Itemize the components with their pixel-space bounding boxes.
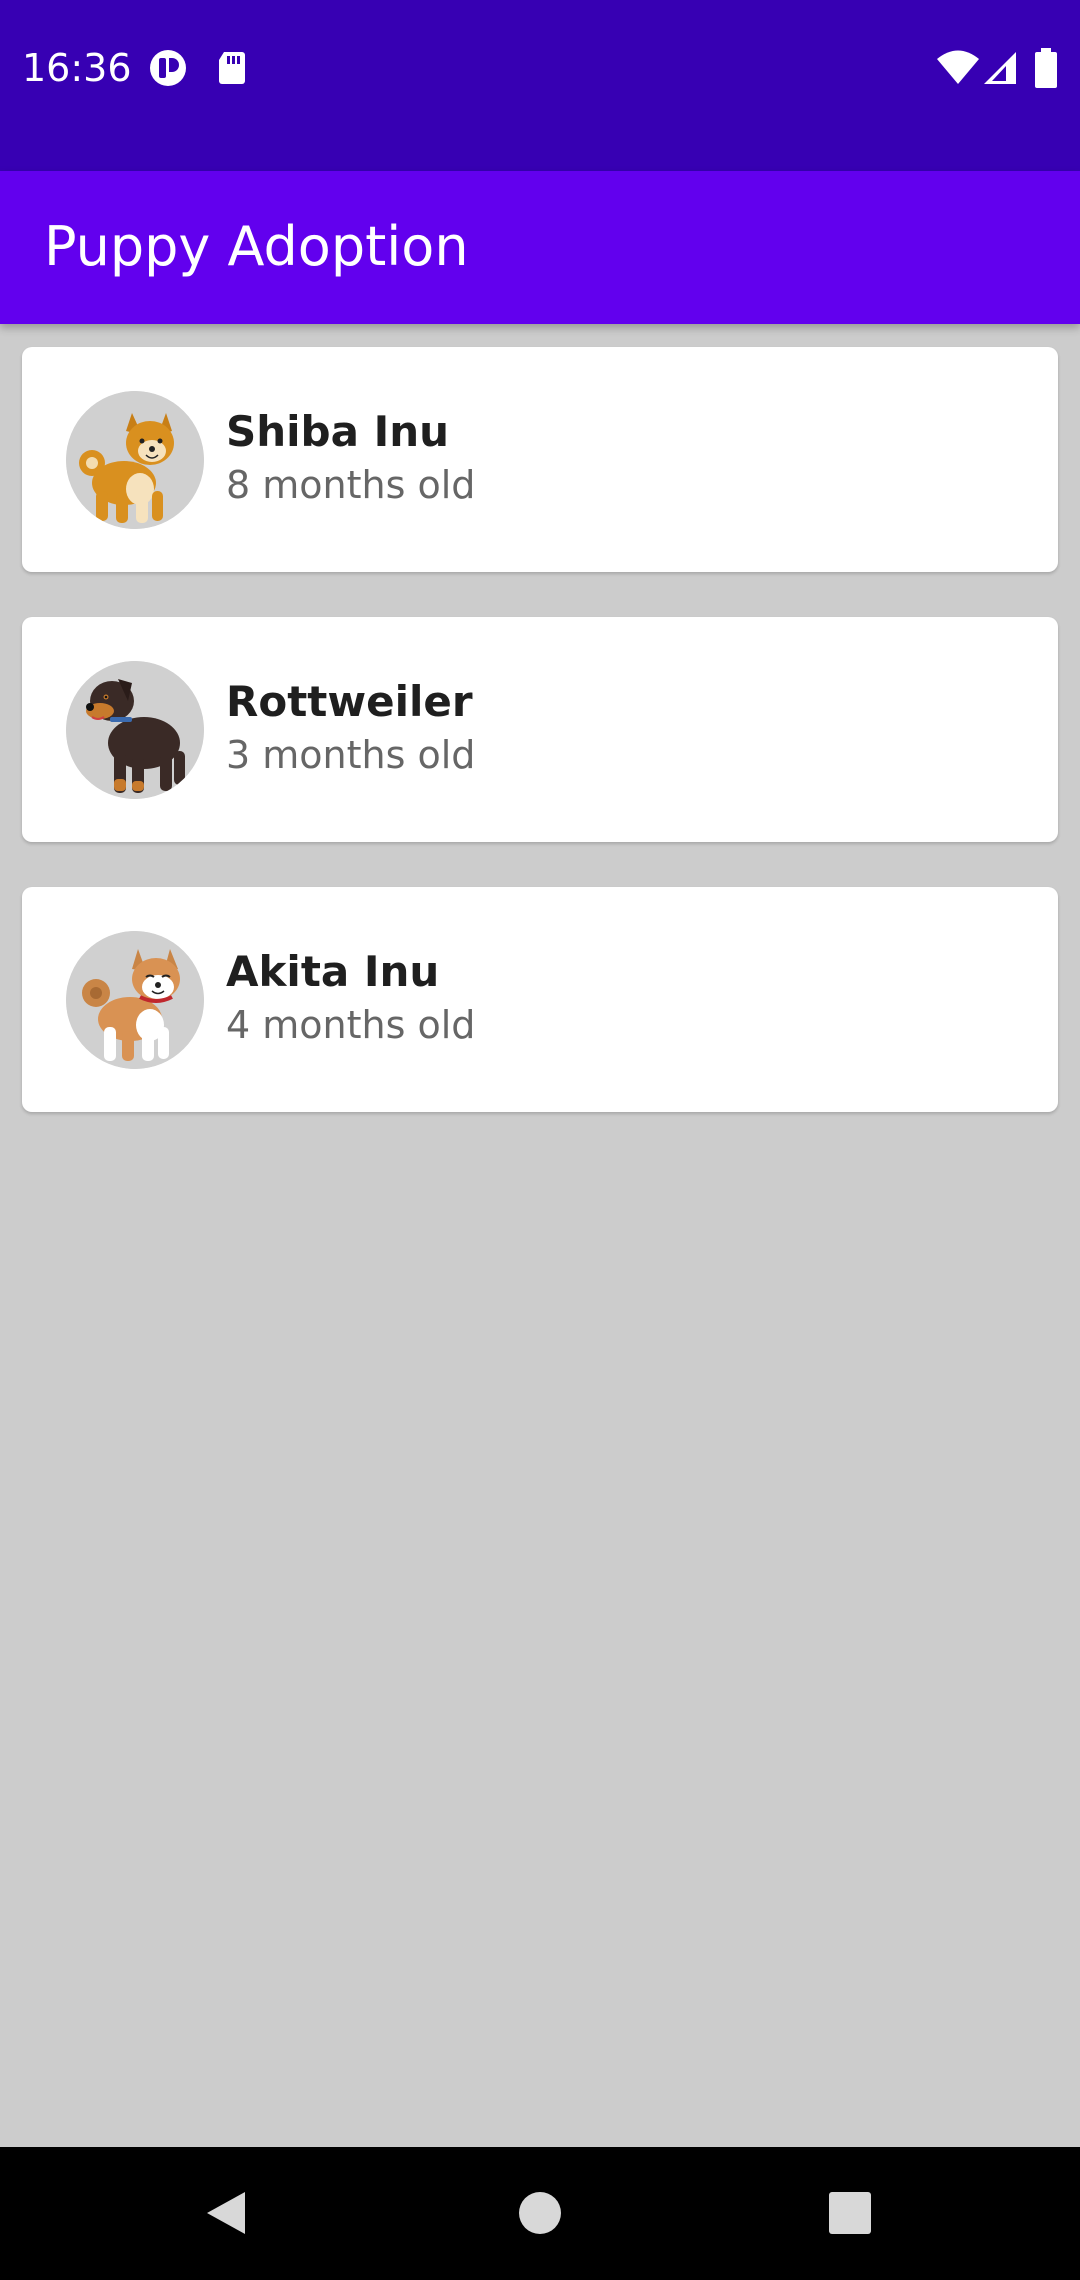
puppy-age: 8 months old — [226, 463, 476, 507]
recents-icon[interactable] — [810, 2173, 890, 2253]
puppy-age: 4 months old — [226, 1003, 476, 1047]
puppy-card[interactable]: Akita Inu 4 months old — [22, 887, 1058, 1112]
wifi-icon — [936, 48, 980, 88]
puppy-card[interactable]: Shiba Inu 8 months old — [22, 347, 1058, 572]
rottweiler-icon — [66, 661, 204, 799]
app-bar: Puppy Adoption — [0, 171, 1080, 324]
puppy-name: Rottweiler — [226, 677, 473, 726]
system-nav-bar — [0, 2147, 1080, 2280]
puppy-card[interactable]: Rottweiler 3 months old — [22, 617, 1058, 842]
back-icon[interactable] — [186, 2173, 266, 2253]
home-icon[interactable] — [500, 2173, 580, 2253]
status-time: 16:36 — [22, 46, 132, 90]
shiba-inu-icon — [66, 391, 204, 529]
puppy-name: Akita Inu — [226, 947, 440, 996]
akita-inu-icon — [66, 931, 204, 1069]
sd-card-icon — [212, 48, 252, 88]
battery-icon — [1034, 48, 1058, 88]
page-title: Puppy Adoption — [44, 215, 469, 278]
app-notification-icon — [148, 48, 188, 88]
puppy-name: Shiba Inu — [226, 407, 450, 456]
cell-signal-icon — [982, 48, 1018, 88]
puppy-age: 3 months old — [226, 733, 476, 777]
status-bar: 16:36 — [0, 0, 1080, 171]
